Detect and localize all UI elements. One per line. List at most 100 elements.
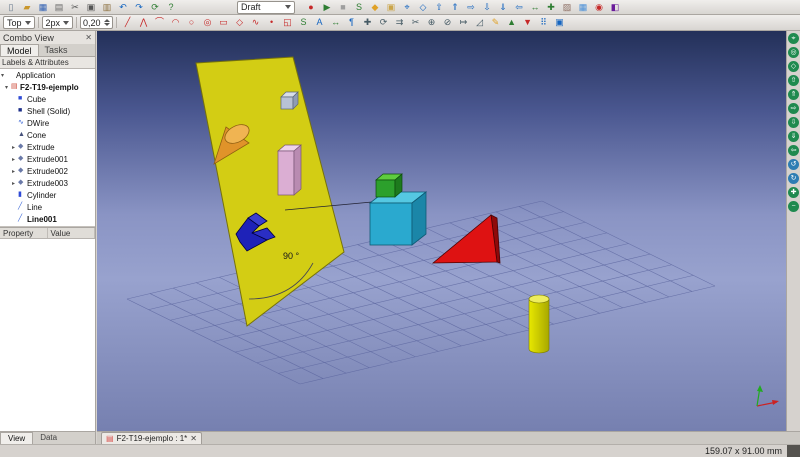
- draft-line-icon[interactable]: ╱: [120, 16, 136, 29]
- toggle-axis-cross-icon[interactable]: ✚: [543, 1, 559, 14]
- snap-toggle-icon[interactable]: ◉: [591, 1, 607, 14]
- draft-fillet-icon[interactable]: ⌒: [152, 16, 168, 29]
- draft-facebinder-icon[interactable]: ◱: [280, 16, 296, 29]
- macro-stop-icon[interactable]: ■: [335, 1, 351, 14]
- tree-item[interactable]: ▾ ▤ F2-T19-ejemplo: [0, 81, 95, 93]
- bottom-view-icon[interactable]: ⇓: [788, 131, 799, 142]
- draft-ellipse-icon[interactable]: ◎: [200, 16, 216, 29]
- fit-all-icon[interactable]: ⌖: [788, 33, 799, 44]
- tree-item[interactable]: ▸ ◆ Extrude001: [0, 153, 95, 165]
- workbench-selector[interactable]: Draft: [237, 1, 295, 14]
- draft-text-icon[interactable]: A: [312, 16, 328, 29]
- document-tab[interactable]: ▤ F2-T19-ejemplo : 1* ✕: [101, 432, 202, 444]
- draft-label-icon[interactable]: ¶: [344, 16, 360, 29]
- working-plane-selector[interactable]: Top: [3, 16, 35, 29]
- tree-item[interactable]: ▮ Cylinder: [0, 189, 95, 201]
- fit-all-icon[interactable]: ⌖: [399, 1, 415, 14]
- rear-view-icon[interactable]: ⇩: [788, 117, 799, 128]
- whatsthis-icon[interactable]: ?: [163, 1, 179, 14]
- draft-edit-icon[interactable]: ✎: [488, 16, 504, 29]
- draft-stretch-icon[interactable]: ↦: [456, 16, 472, 29]
- tab-view[interactable]: View: [0, 432, 33, 444]
- red-wedge[interactable]: [433, 215, 500, 263]
- open-document-icon[interactable]: ▰: [19, 1, 35, 14]
- zoom-out-icon[interactable]: −: [788, 201, 799, 212]
- tab-model[interactable]: Model: [0, 44, 39, 56]
- tree-item[interactable]: ∿ DWire: [0, 117, 95, 129]
- property-editor-area[interactable]: [0, 239, 95, 431]
- front-view-icon[interactable]: ⇧: [788, 75, 799, 86]
- cyan-cube[interactable]: [370, 192, 426, 245]
- draft-downgrade-icon[interactable]: ▼: [520, 16, 536, 29]
- draft-polyline-icon[interactable]: ⋀: [136, 16, 152, 29]
- draft-shapestring-icon[interactable]: S: [296, 16, 312, 29]
- new-document-icon[interactable]: ▯: [3, 1, 19, 14]
- linewidth-selector[interactable]: 2px: [42, 16, 74, 29]
- macro-execute-icon[interactable]: ▶: [319, 1, 335, 14]
- draft-offset-icon[interactable]: ⇉: [392, 16, 408, 29]
- redo-icon[interactable]: ↷: [131, 1, 147, 14]
- tree-item[interactable]: ▲ Cone: [0, 129, 95, 141]
- rotate-right-icon[interactable]: ↻: [788, 173, 799, 184]
- draft-move-icon[interactable]: ✚: [360, 16, 376, 29]
- print-icon[interactable]: ▤: [51, 1, 67, 14]
- tree-item[interactable]: ▸ ◆ Extrude003: [0, 177, 95, 189]
- gray-cube[interactable]: [281, 92, 298, 109]
- draft-join-icon[interactable]: ⊕: [424, 16, 440, 29]
- draft-array-icon[interactable]: ⠿: [536, 16, 552, 29]
- top-view-icon[interactable]: ⇑: [788, 89, 799, 100]
- measure-distance-icon[interactable]: ↔: [527, 1, 543, 14]
- spinner-arrows-icon[interactable]: [104, 19, 110, 26]
- draft-rotate-icon[interactable]: ⟳: [376, 16, 392, 29]
- draft-trimex-icon[interactable]: ✂: [408, 16, 424, 29]
- macro-record-icon[interactable]: ●: [303, 1, 319, 14]
- bottom-view-icon[interactable]: ⇓: [495, 1, 511, 14]
- tree-item[interactable]: ■ Shell (Solid): [0, 105, 95, 117]
- rear-view-icon[interactable]: ⇩: [479, 1, 495, 14]
- draft-upgrade-icon[interactable]: ▲: [504, 16, 520, 29]
- close-tab-icon[interactable]: ✕: [190, 434, 197, 443]
- group-icon[interactable]: ▣: [383, 1, 399, 14]
- draft-dimension-icon[interactable]: ↔: [328, 16, 344, 29]
- texture-icon[interactable]: ▨: [559, 1, 575, 14]
- top-view-icon[interactable]: ⇑: [447, 1, 463, 14]
- yellow-cylinder[interactable]: [529, 295, 549, 353]
- tab-data[interactable]: Data: [33, 432, 64, 444]
- scale-spinbox[interactable]: 0,20: [80, 16, 113, 29]
- size-grip[interactable]: [787, 445, 800, 457]
- isometric-view-icon[interactable]: ◇: [788, 61, 799, 72]
- paste-icon[interactable]: ▥: [99, 1, 115, 14]
- undo-icon[interactable]: ↶: [115, 1, 131, 14]
- tree-item[interactable]: ■ Cube: [0, 93, 95, 105]
- right-view-icon[interactable]: ⇨: [463, 1, 479, 14]
- draft-circle-icon[interactable]: ○: [184, 16, 200, 29]
- tree-item[interactable]: ▸ ◆ Extrude: [0, 141, 95, 153]
- cut-icon[interactable]: ✂: [67, 1, 83, 14]
- left-view-icon[interactable]: ⇦: [788, 145, 799, 156]
- tree-item[interactable]: ╱ Line: [0, 201, 95, 213]
- python-console-icon[interactable]: S: [351, 1, 367, 14]
- fit-selection-icon[interactable]: ◎: [788, 47, 799, 58]
- tree-item[interactable]: ╱ Line001: [0, 213, 95, 225]
- front-view-icon[interactable]: ⇧: [431, 1, 447, 14]
- axonometric-view-icon[interactable]: ◇: [415, 1, 431, 14]
- 3d-viewport[interactable]: 90 °: [97, 31, 786, 431]
- draft-arc-icon[interactable]: ◠: [168, 16, 184, 29]
- draft-split-icon[interactable]: ⊘: [440, 16, 456, 29]
- zoom-in-icon[interactable]: ✚: [788, 187, 799, 198]
- draft-mirror-icon[interactable]: ▣: [552, 16, 568, 29]
- draft-polygon-icon[interactable]: ◇: [232, 16, 248, 29]
- right-view-icon[interactable]: ⇨: [788, 103, 799, 114]
- rotate-left-icon[interactable]: ↺: [788, 159, 799, 170]
- part-box-icon[interactable]: ◆: [367, 1, 383, 14]
- green-cube[interactable]: [376, 174, 402, 197]
- tab-tasks[interactable]: Tasks: [39, 44, 74, 56]
- working-plane-icon[interactable]: ◧: [607, 1, 623, 14]
- save-document-icon[interactable]: ▦: [35, 1, 51, 14]
- draft-scale-icon[interactable]: ◿: [472, 16, 488, 29]
- value-column-header[interactable]: Value: [48, 228, 96, 238]
- close-panel-icon[interactable]: ✕: [85, 33, 92, 42]
- draft-rectangle-icon[interactable]: ▭: [216, 16, 232, 29]
- tree-item[interactable]: ▾ Application: [0, 69, 95, 81]
- pink-box[interactable]: [278, 145, 301, 195]
